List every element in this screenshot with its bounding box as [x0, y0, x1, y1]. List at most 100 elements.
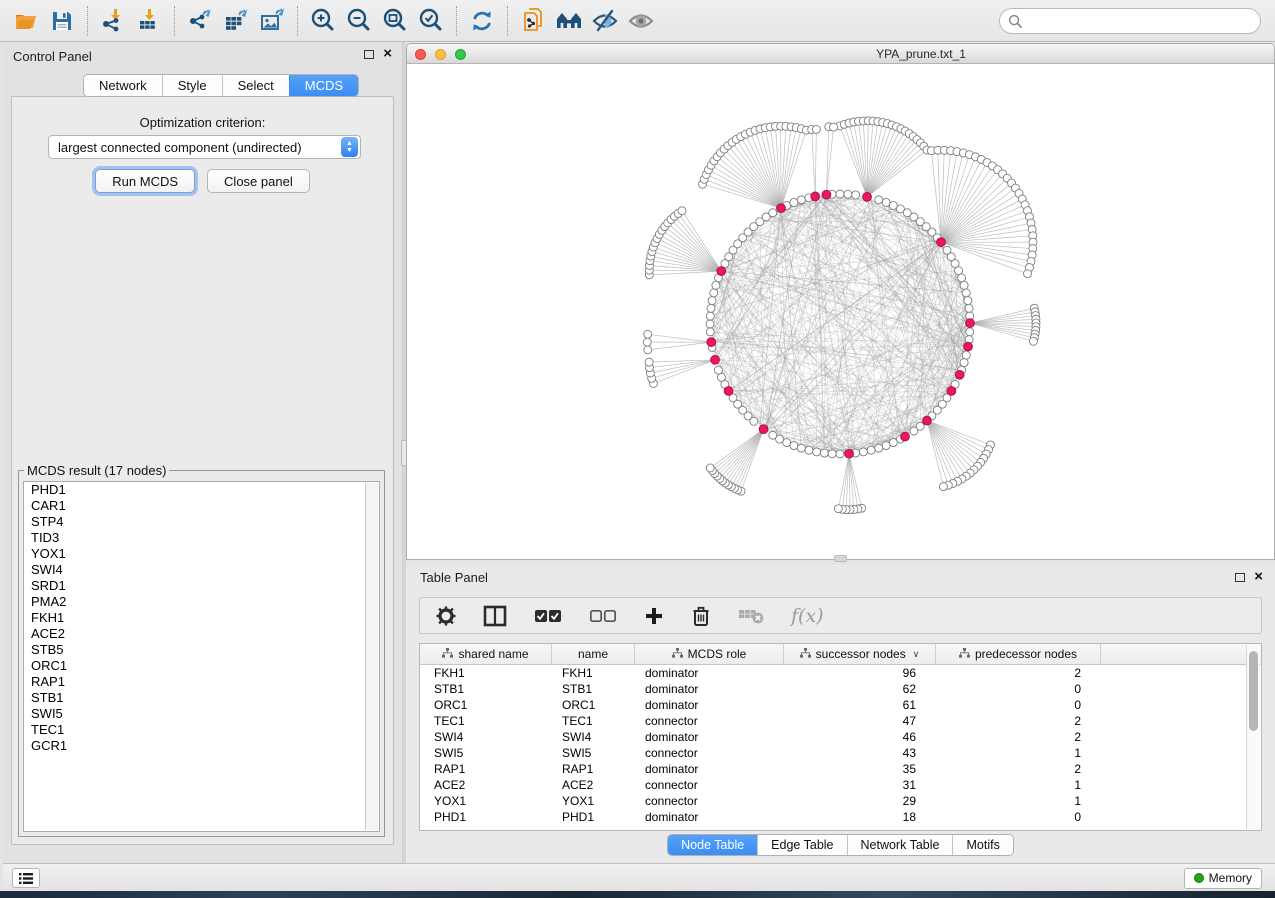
select-all-checkboxes-icon[interactable] [534, 609, 562, 623]
mcds-result-item[interactable]: RAP1 [24, 674, 379, 690]
table-cell: dominator [635, 681, 784, 697]
table-cell: 2 [936, 665, 1101, 681]
tab-mcds[interactable]: MCDS [289, 75, 358, 96]
mcds-result-item[interactable]: SWI5 [24, 706, 379, 722]
column-header-MCDS-role[interactable]: MCDS role [635, 644, 784, 664]
mcds-result-item[interactable]: STP4 [24, 514, 379, 530]
mcds-result-item[interactable]: STB5 [24, 642, 379, 658]
zoom-out-button[interactable] [341, 4, 377, 38]
mcds-result-item[interactable]: YOX1 [24, 546, 379, 562]
export-network-button[interactable] [182, 4, 218, 38]
export-image-button[interactable] [254, 4, 290, 38]
task-history-button[interactable] [12, 868, 40, 888]
table-row[interactable]: FKH1FKH1dominator962 [420, 665, 1261, 681]
close-window-button[interactable] [415, 49, 426, 60]
mcds-result-item[interactable]: GCR1 [24, 738, 379, 754]
column-namespace-icon [672, 647, 683, 661]
network-table-divider-grip[interactable] [834, 555, 847, 562]
node-table: shared namenameMCDS rolesuccessor nodes∨… [419, 643, 1262, 831]
table-cell: 1 [936, 777, 1101, 793]
mcds-result-list: PHD1CAR1STP4TID3YOX1SWI4SRD1PMA2FKH1ACE2… [23, 481, 380, 832]
mcds-result-item[interactable]: TID3 [24, 530, 379, 546]
tab-network[interactable]: Network [84, 75, 162, 96]
first-neighbors-button[interactable] [551, 4, 587, 38]
show-all-button[interactable] [623, 4, 659, 38]
hide-selected-icon [590, 6, 620, 36]
mcds-result-item[interactable]: SRD1 [24, 578, 379, 594]
refresh-button[interactable] [464, 4, 500, 38]
zoom-in-button[interactable] [305, 4, 341, 38]
deselect-all-checkboxes-icon[interactable] [589, 609, 617, 623]
mcds-list-scrollbar[interactable] [365, 483, 378, 830]
float-panel-icon[interactable] [364, 50, 374, 59]
network-canvas[interactable] [407, 64, 1274, 559]
import-network-button[interactable] [95, 4, 131, 38]
mcds-result-item[interactable]: PHD1 [24, 482, 379, 498]
table-row[interactable]: TEC1TEC1connector472 [420, 713, 1261, 729]
tab-network-table[interactable]: Network Table [847, 835, 953, 855]
float-table-panel-icon[interactable] [1235, 573, 1245, 582]
table-row[interactable]: SWI5SWI5connector431 [420, 745, 1261, 761]
import-table-button[interactable] [131, 4, 167, 38]
tab-edge-table[interactable]: Edge Table [757, 835, 846, 855]
add-column-icon[interactable] [644, 606, 664, 626]
columns-icon[interactable] [483, 605, 507, 627]
save-button[interactable] [44, 4, 80, 38]
optimization-criterion-select[interactable]: largest connected component (undirected)… [48, 135, 361, 159]
close-panel-button[interactable]: Close panel [207, 169, 310, 193]
table-cell: SWI5 [420, 745, 552, 761]
mcds-result-item[interactable]: ACE2 [24, 626, 379, 642]
toolbar-separator [174, 6, 175, 36]
minimize-window-button[interactable] [435, 49, 446, 60]
table-row[interactable]: ACE2ACE2connector311 [420, 777, 1261, 793]
table-cell: dominator [635, 809, 784, 825]
tab-select[interactable]: Select [222, 75, 289, 96]
table-cell: connector [635, 777, 784, 793]
column-header-predecessor-nodes[interactable]: predecessor nodes [936, 644, 1101, 664]
table-cell: 46 [784, 729, 936, 745]
table-scrollbar[interactable] [1246, 645, 1260, 829]
mcds-result-item[interactable]: TEC1 [24, 722, 379, 738]
close-table-panel-icon[interactable]: × [1254, 572, 1263, 582]
zoom-fit-button[interactable] [377, 4, 413, 38]
table-cell: dominator [635, 761, 784, 777]
search-input[interactable] [1028, 11, 1260, 31]
mcds-result-item[interactable]: PMA2 [24, 594, 379, 610]
table-cell: connector [635, 793, 784, 809]
mcds-result-item[interactable]: FKH1 [24, 610, 379, 626]
hide-selected-button[interactable] [587, 4, 623, 38]
column-header-shared-name[interactable]: shared name [420, 644, 552, 664]
network-graph[interactable] [407, 64, 1274, 559]
new-network-from-selection-button[interactable] [515, 4, 551, 38]
mcds-result-item[interactable]: ORC1 [24, 658, 379, 674]
table-scrollbar-thumb[interactable] [1249, 651, 1258, 731]
tab-motifs[interactable]: Motifs [952, 835, 1012, 855]
tab-style[interactable]: Style [162, 75, 222, 96]
table-cell: 35 [784, 761, 936, 777]
table-cell: 2 [936, 761, 1101, 777]
table-row[interactable]: STB1STB1dominator620 [420, 681, 1261, 697]
mcds-result-item[interactable]: SWI4 [24, 562, 379, 578]
run-mcds-button[interactable]: Run MCDS [95, 169, 195, 193]
export-table-button[interactable] [218, 4, 254, 38]
export-table-icon [223, 7, 250, 34]
table-row[interactable]: YOX1YOX1connector291 [420, 793, 1261, 809]
column-header-name[interactable]: name [552, 644, 635, 664]
open-folder-button[interactable] [8, 4, 44, 38]
table-row[interactable]: RAP1RAP1dominator352 [420, 761, 1261, 777]
table-row[interactable]: SWI4SWI4dominator462 [420, 729, 1261, 745]
maximize-window-button[interactable] [455, 49, 466, 60]
delete-column-icon[interactable] [691, 605, 711, 627]
column-header-successor-nodes[interactable]: successor nodes∨ [784, 644, 936, 664]
close-panel-icon[interactable]: × [383, 49, 392, 59]
gear-icon[interactable] [436, 606, 456, 626]
zoom-selected-button[interactable] [413, 4, 449, 38]
table-row[interactable]: PHD1PHD1dominator180 [420, 809, 1261, 825]
mcds-result-item[interactable]: STB1 [24, 690, 379, 706]
table-cell: 0 [936, 809, 1101, 825]
memory-button[interactable]: Memory [1184, 868, 1262, 889]
table-row[interactable]: ORC1ORC1dominator610 [420, 697, 1261, 713]
tab-node-table[interactable]: Node Table [668, 835, 757, 855]
table-cell: dominator [635, 729, 784, 745]
mcds-result-item[interactable]: CAR1 [24, 498, 379, 514]
